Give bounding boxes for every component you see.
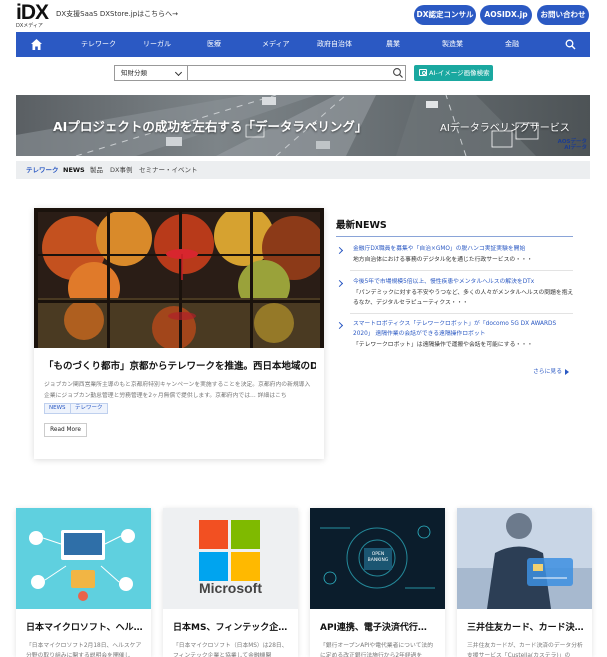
nav-item-finance[interactable]: 金融 [505,32,519,57]
dxstore-link[interactable]: DX支援SaaS DXStore.jpはこちらへ→ [56,9,178,19]
news-item-summary: 「パンデミックに対する不安やうつなど、多くの人々がメンタルヘルスの問題を抱えるな… [353,290,574,306]
logo-wordmark: iDX [16,1,49,24]
featured-article-excerpt: ジョブカン関西営業所主導のもと京都府特別キャンペーンを実施することを決定。京都府… [44,382,311,399]
tag-news[interactable]: NEWS [44,403,71,414]
ai-image-search-label: AI-イメージ画像検索 [429,69,490,77]
nav-item-media[interactable]: メディア [262,32,290,57]
card-excerpt: 「日本マイクロソフト（日本MS）は28日、フィンテック企業と協業して金融機関 [173,643,288,657]
microsoft-wordmark: Microsoft [199,580,262,596]
tag-telework[interactable]: テレワーク [70,403,108,414]
latest-news-heading: 最新NEWS [336,220,387,231]
autumn-temple-photo [34,208,324,348]
hero-banner[interactable]: AIプロジェクトの成功を左右する「データラベリング」 AIデータラベリングサービ… [16,95,590,156]
top-bar: iDX DXメディア DX支援SaaS DXStore.jpはこちらへ→ DX認… [0,0,607,32]
search-input[interactable] [188,65,406,81]
news-divider [350,270,573,271]
article-card[interactable]: 日本マイクロソフト、ヘル… 「日本マイクロソフト2月18日、ヘルスケア分野の取り… [16,508,151,657]
site-logo[interactable]: iDX DXメディア [16,1,50,29]
news-item-title[interactable]: 今後5年で市場規模5倍以上、慢性疾患やメンタルヘルスの解決をDTx [353,277,575,287]
read-more-button[interactable]: Read More [44,423,87,437]
chevron-down-icon [174,68,183,77]
banner-title: AIプロジェクトの成功を左右する「データラベリング」 [53,119,368,134]
card-image[interactable] [457,508,592,609]
subnav-tab-products[interactable]: 製品 [90,161,103,179]
card-title[interactable]: API連携、電子決済代行… [320,620,438,633]
contact-button[interactable]: お問い合わせ [537,5,589,25]
banner-brand: AOSデータ AIデータ [542,139,587,151]
card-payment-photo [457,508,592,609]
home-icon[interactable] [30,38,43,51]
nav-item-government[interactable]: 政府自治体 [317,32,352,57]
aosidx-button[interactable]: AOSIDX.jp [480,5,532,25]
subnav-tab-telework[interactable]: テレワーク [26,161,59,179]
card-title[interactable]: 日本MS、フィンテック企業… [173,620,291,633]
card-image[interactable] [16,508,151,609]
article-card[interactable]: Microsoft 日本MS、フィンテック企業… 「日本マイクロソフト（日本MS… [163,508,298,657]
triangle-right-icon [565,368,569,375]
card-image[interactable]: OPEN BANKING [310,508,445,609]
news-item-summary: 「テレワークロボット」は遠隔操作で運搬や会話を可能にする・・・ [353,342,533,348]
news-item-title[interactable]: スマートロボティクス「テレワークロボット」が「docomo 5G DX AWAR… [353,319,575,339]
card-excerpt: 「銀行オープンAPIや電代業者について法的に定める改正銀行法施行から2年経過を [320,643,433,657]
news-heading-rule [336,236,573,237]
main-nav: テレワーク リーガル 医療 メディア 政府自治体 農業 製造業 金融 [16,32,590,57]
subnav-tab-news[interactable]: NEWS [63,161,85,179]
chevron-right-icon [335,246,344,255]
subnav-tab-dx-cases[interactable]: DX事例 [110,161,132,179]
nav-item-manufacturing[interactable]: 製造業 [442,32,463,57]
camera-icon [419,69,427,76]
search-icon[interactable] [565,39,576,50]
nav-item-telework[interactable]: テレワーク [81,32,116,57]
healthcare-illustration [16,508,151,609]
news-divider [350,313,573,314]
card-title[interactable]: 日本マイクロソフト、ヘル… [26,620,144,633]
category-subnav: テレワーク NEWS 製品 DX事例 セミナー・イベント [16,161,590,179]
search-submit-icon[interactable] [392,67,404,79]
card-title[interactable]: 三井住友カード、カード決… [467,620,585,633]
news-item-summary: 地方自治体における事務のデジタル化を通じた行政サービスの・・・ [353,257,533,263]
open-banking-label: OPEN BANKING [367,552,389,563]
featured-article-image[interactable] [34,208,324,348]
dx-consult-button[interactable]: DX認定コンサル [414,5,476,25]
card-excerpt: 三井住友カードが、カード決済のデータ分析支援サービス「Custella(カステラ… [467,643,583,657]
ai-image-search-button[interactable]: AI-イメージ画像検索 [414,65,493,81]
see-more-link[interactable]: さらに見る [533,366,569,375]
featured-article[interactable]: 「ものづくり都市」京都からテレワークを推進。西日本地域のDXを… ジョブカン関西… [34,208,324,459]
category-select[interactable]: 知財分類 [114,65,188,81]
nav-item-agriculture[interactable]: 農業 [386,32,400,57]
chevron-right-icon [335,279,344,288]
subnav-tab-seminars[interactable]: セミナー・イベント [139,161,198,179]
nav-item-medical[interactable]: 医療 [207,32,221,57]
see-more-label: さらに見る [533,369,562,375]
article-card[interactable]: OPEN BANKING API連携、電子決済代行… 「銀行オープンAPIや電代… [310,508,445,657]
nav-item-legal[interactable]: リーガル [143,32,171,57]
card-excerpt: 「日本マイクロソフト2月18日、ヘルスケア分野の取り組みに関する説明会を開催し [26,643,142,657]
news-item-title[interactable]: 金融庁DX職員を募集や「自治×GMO」の脱ハンコ実証実験を開始 [353,244,575,254]
card-image[interactable]: Microsoft [163,508,298,609]
banner-brand-line2: AIデータ [564,145,587,151]
category-select-value: 知財分類 [121,69,147,77]
chevron-right-icon [335,321,344,330]
banner-service-name: AIデータラベリングサービス [440,123,570,134]
featured-article-title[interactable]: 「ものづくり都市」京都からテレワークを推進。西日本地域のDXを… [44,358,316,372]
article-card[interactable]: 三井住友カード、カード決… 三井住友カードが、カード決済のデータ分析支援サービス… [457,508,592,657]
